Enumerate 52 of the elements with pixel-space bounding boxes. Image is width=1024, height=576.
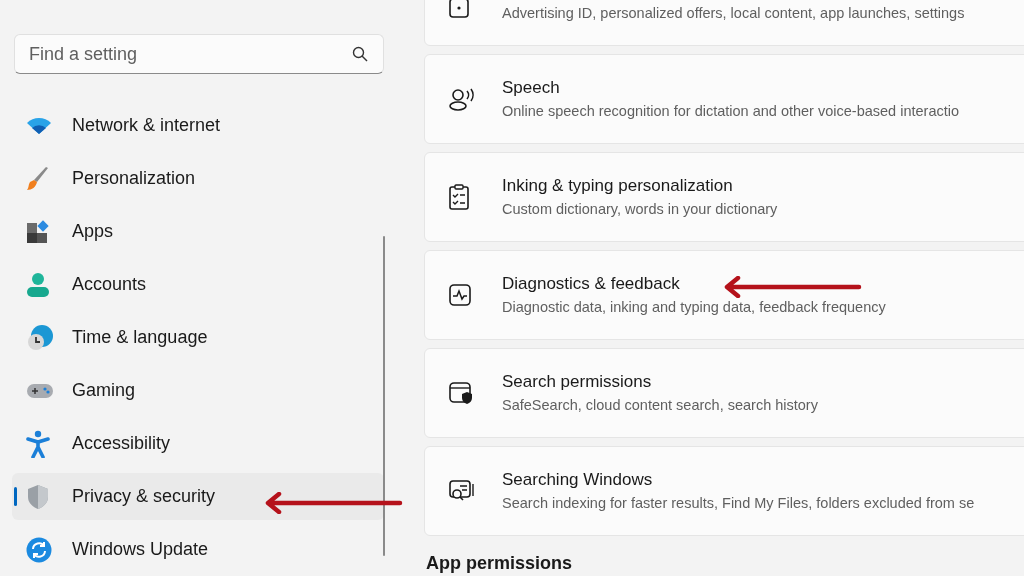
- nav-item[interactable]: Time & language: [12, 314, 384, 361]
- settings-card[interactable]: Searching Windows Search indexing for faster results, Find My Files, folders excluded from se: [424, 446, 1024, 536]
- game-controller-icon: [26, 381, 54, 400]
- nav-item[interactable]: Windows Update: [12, 526, 384, 573]
- card-title: Search permissions: [502, 371, 652, 394]
- nav-label: Apps: [72, 220, 114, 243]
- settings-card[interactable]: Search permissions SafeSearch, cloud content search, search history: [424, 348, 1024, 438]
- globe-clock-icon: [26, 323, 54, 352]
- nav-label: Network & internet: [72, 114, 221, 137]
- nav-item[interactable]: Network & internet: [12, 102, 384, 149]
- nav-label: Windows Update: [72, 538, 209, 561]
- settings-card[interactable]: Advertising ID, personalized offers, local content, app launches, settings: [424, 0, 1024, 46]
- card-description: Online speech recognition for dictation and other voice-based interactio: [502, 101, 960, 121]
- card-title: Speech: [502, 77, 560, 100]
- person-icon: [26, 271, 50, 298]
- nav-item[interactable]: Apps: [12, 208, 384, 255]
- card-title: Inking & typing personalization: [502, 175, 733, 198]
- apps-icon: [26, 219, 50, 244]
- settings-card[interactable]: Diagnostics & feedback Diagnostic data, inking and typing data, feedback frequency: [424, 250, 1024, 340]
- nav-item[interactable]: Accessibility: [12, 420, 384, 467]
- section-heading: App permissions: [426, 552, 573, 575]
- search-icon: [352, 46, 368, 62]
- paintbrush-icon: [26, 165, 50, 192]
- card-description: Search indexing for faster results, Find My Files, folders excluded from se: [502, 493, 975, 513]
- nav-item[interactable]: Gaming: [12, 367, 384, 414]
- checklist-icon: [448, 183, 470, 211]
- nav-label: Accessibility: [72, 432, 171, 455]
- pulse-icon: [448, 283, 472, 307]
- search-field[interactable]: Find a setting: [14, 34, 384, 74]
- nav-item[interactable]: Accounts: [12, 261, 384, 308]
- card-description: Custom dictionary, words in your dictionary: [502, 199, 778, 219]
- window-shield-icon: [448, 380, 474, 406]
- shield-icon: [26, 483, 50, 510]
- accessibility-icon: [26, 429, 50, 458]
- card-title: Diagnostics & feedback: [502, 273, 680, 296]
- nav-label: Time & language: [72, 326, 208, 349]
- card-description: Diagnostic data, inking and typing data, feedback frequency: [502, 297, 886, 317]
- settings-card[interactable]: Speech Online speech recognition for dictation and other voice-based interactio: [424, 54, 1024, 144]
- nav-item[interactable]: Privacy & security: [12, 473, 384, 520]
- wifi-icon: [26, 116, 52, 135]
- card-description: SafeSearch, cloud content search, search history: [502, 395, 818, 415]
- speech-icon: [448, 86, 476, 112]
- card-title: Searching Windows: [502, 469, 653, 492]
- nav-label: Accounts: [72, 273, 147, 296]
- selection-indicator: [14, 487, 17, 506]
- nav-label: Personalization: [72, 167, 196, 190]
- nav-label: Gaming: [72, 379, 136, 402]
- settings-card[interactable]: Inking & typing personalization Custom dictionary, words in your dictionary: [424, 152, 1024, 242]
- nav-label: Privacy & security: [72, 485, 216, 508]
- card-description: Advertising ID, personalized offers, local content, app launches, settings: [502, 4, 965, 24]
- update-icon: [26, 536, 52, 563]
- nav-item[interactable]: Personalization: [12, 155, 384, 202]
